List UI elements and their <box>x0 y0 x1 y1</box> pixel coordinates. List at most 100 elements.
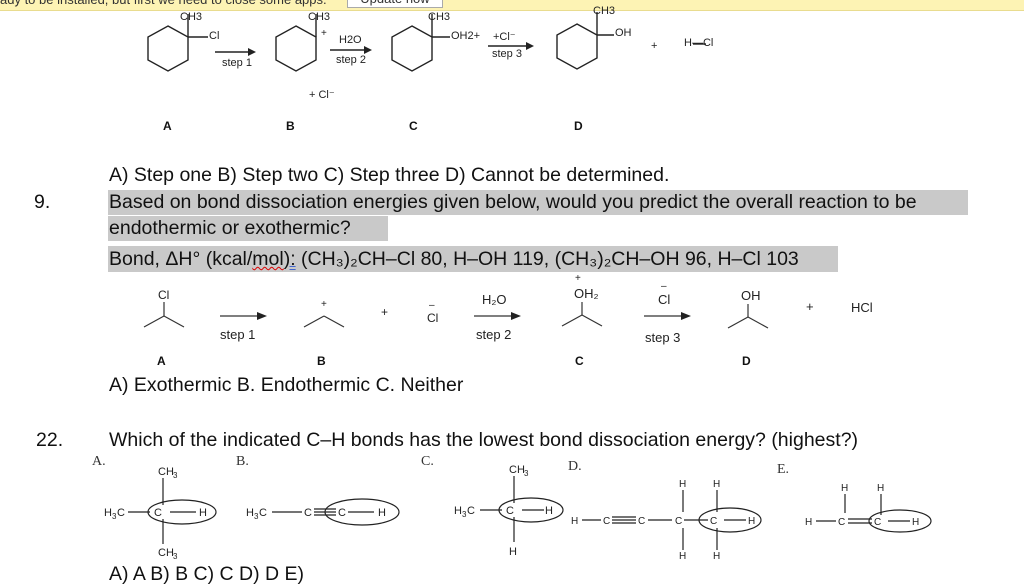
rxn2-step-2: step 2 <box>476 327 512 342</box>
svg-text:H: H <box>509 546 517 558</box>
svg-text:H: H <box>713 551 720 562</box>
svg-text:3: 3 <box>462 510 467 519</box>
step-2-label: step 2 <box>336 54 366 66</box>
compound-c-ch3: CH3 <box>428 11 451 23</box>
structure-label-d: D. <box>568 459 582 474</box>
svg-text:H: H <box>877 483 884 494</box>
hcl-product: H—Cl <box>684 37 714 49</box>
svg-text:C: C <box>838 517 845 528</box>
rxn2-label-a: A <box>157 354 166 368</box>
compound-c-oh2: OH2+ <box>451 30 481 42</box>
circled-bond-d <box>698 507 762 533</box>
rxn2-b-charge: + <box>321 299 327 310</box>
compound-d-oh: OH <box>615 27 632 39</box>
svg-text:H: H <box>679 551 686 562</box>
step-2-reagent: H2O <box>339 34 362 46</box>
rxn2-cl-anion: Cl <box>427 311 439 325</box>
rxn2-c-oh2: OH₂ <box>574 286 599 301</box>
label-b: B <box>286 119 295 133</box>
step-1-label: step 1 <box>222 57 252 69</box>
cyclohexane-ring-d <box>556 23 598 70</box>
svg-text:3: 3 <box>112 512 117 521</box>
q22-answer-options: A) A B) B C) C D) D E) <box>109 563 305 585</box>
structure-label-c: C. <box>421 454 434 469</box>
rxn2-cl-anion-charge: – <box>429 300 435 311</box>
svg-text:C: C <box>467 505 475 517</box>
svg-text:C: C <box>638 516 645 527</box>
svg-text:H: H <box>841 483 848 494</box>
q9-answer-options: A) Exothermic B. Endothermic C. Neither <box>109 374 464 396</box>
svg-text:3: 3 <box>254 512 259 521</box>
svg-text:C: C <box>259 507 267 519</box>
svg-text:C: C <box>603 516 610 527</box>
rxn2-step-3-reagent: Cl <box>658 292 671 307</box>
svg-text:H: H <box>912 517 919 528</box>
svg-text:C: C <box>710 516 717 527</box>
cyclohexane-ring-b <box>275 25 317 72</box>
reaction-1-diagram <box>147 12 706 72</box>
structure-label-b: B. <box>236 454 249 469</box>
label-a: A <box>163 119 172 133</box>
rxn2-step-3-charge: – <box>661 281 667 292</box>
compound-b-ch3: CH3 <box>308 11 331 23</box>
svg-text:3: 3 <box>173 552 178 561</box>
bond-prefix: Bond, ΔH° (kcal/ <box>109 248 253 270</box>
svg-text:3: 3 <box>173 471 178 480</box>
rxn2-step-3: step 3 <box>645 330 681 345</box>
svg-text:H: H <box>805 517 812 528</box>
svg-text:H: H <box>545 505 553 517</box>
label-c: C <box>409 119 418 133</box>
cyclohexane-ring-c <box>391 25 433 72</box>
svg-text:CH: CH <box>509 464 525 476</box>
svg-text:H: H <box>378 507 386 519</box>
step-3-label: step 3 <box>492 48 522 60</box>
question-9-number: 9. <box>34 191 51 213</box>
svg-text:C: C <box>338 507 346 519</box>
question-9-line-2: endothermic or exothermic? <box>109 217 351 239</box>
svg-text:C: C <box>304 507 312 519</box>
q8-answer-options: A) Step one B) Step two C) Step three D)… <box>109 164 670 186</box>
grammar-mark: ): <box>283 248 296 270</box>
bond-values: (CH₃)₂CH–Cl 80, H–OH 119, (CH₃)₂CH–OH 96… <box>295 248 799 270</box>
rxn2-step-2-reagent: H₂O <box>482 292 507 307</box>
circled-bond-a <box>147 499 217 525</box>
question-22-number: 22. <box>36 429 64 451</box>
svg-text:C: C <box>117 507 125 519</box>
rxn2-plus: + <box>381 305 389 319</box>
structure-label-e: E. <box>777 462 790 477</box>
svg-text:H: H <box>246 507 254 519</box>
circled-bond-e <box>868 509 932 533</box>
structure-label-a: A. <box>92 454 106 469</box>
svg-text:H: H <box>571 516 578 527</box>
label-d: D <box>574 119 583 133</box>
svg-text:CH: CH <box>158 466 174 478</box>
question-9-bond-data: Bond, ΔH° (kcal/mol): (CH₃)₂CH–Cl 80, H–… <box>109 248 799 271</box>
spellcheck-word: mol <box>252 248 284 270</box>
svg-text:H: H <box>199 507 207 519</box>
cyclohexane-ring-a <box>147 25 189 72</box>
rxn2-hcl: HCl <box>851 300 873 315</box>
question-9-line-1: Based on bond dissociation energies give… <box>109 191 917 213</box>
chloride-byproduct: + Cl⁻ <box>309 89 335 101</box>
rxn2-plus-2: + <box>806 299 814 314</box>
svg-text:3: 3 <box>524 469 529 478</box>
svg-text:H: H <box>679 479 686 490</box>
rxn2-label-c: C <box>575 354 584 368</box>
svg-text:H: H <box>454 505 462 517</box>
svg-text:H: H <box>713 479 720 490</box>
svg-text:C: C <box>675 516 682 527</box>
circled-bond-b <box>324 498 400 526</box>
svg-text:C: C <box>506 505 514 517</box>
compound-d-ch3: CH3 <box>593 5 616 17</box>
compound-a-ch3: CH3 <box>180 11 203 23</box>
svg-text:C: C <box>154 507 162 519</box>
rxn2-d-oh: OH <box>741 288 761 303</box>
svg-text:H: H <box>748 516 755 527</box>
rxn2-c-charge: + <box>575 273 581 284</box>
question-22-text: Which of the indicated C–H bonds has the… <box>109 429 859 451</box>
svg-text:CH: CH <box>158 547 174 559</box>
rxn2-label-d: D <box>742 354 751 368</box>
svg-text:C: C <box>874 517 881 528</box>
rxn2-label-b: B <box>317 354 326 368</box>
rxn2-a-cl: Cl <box>158 288 170 302</box>
